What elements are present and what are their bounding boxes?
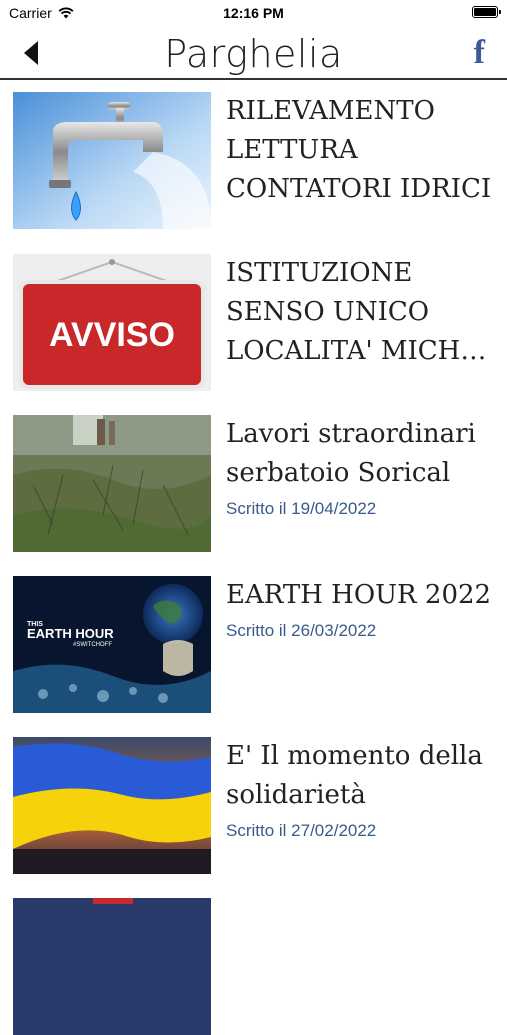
article-title: RILEVAMENTO LETTURA CONTATORI IDRICI: [226, 96, 492, 204]
page-title: Parghelia: [164, 32, 343, 76]
earth-hour-image: THIS EARTH HOUR #SWITCHOFF: [13, 576, 211, 713]
article-title: EARTH HOUR 2022: [226, 580, 492, 610]
avviso-text: AVVISO: [49, 316, 175, 354]
list-item[interactable]: RILEVAMENTO LETTURA CONTATORI IDRICI: [0, 80, 507, 229]
list-item[interactable]: Lavori straordinari serbatoio Sorical Sc…: [0, 403, 507, 552]
article-thumbnail: [13, 92, 211, 229]
article-thumbnail: [13, 737, 211, 874]
article-date: Scritto il 27/02/2022: [226, 821, 377, 840]
earth-hour-hashtag-text: #SWITCHOFF: [73, 642, 112, 648]
article-thumbnail: [13, 415, 211, 552]
article-title: ISTITUZIONE SENSO UNICO LOCALITA' MICH…: [226, 258, 487, 366]
status-bar: Carrier 12:16 PM: [0, 0, 507, 28]
avviso-sign-image: AVVISO: [13, 254, 211, 391]
reservoir-works-image: [13, 415, 211, 552]
article-title: E' Il momento della solidarietà: [226, 741, 483, 810]
status-time: 12:16 PM: [223, 5, 284, 21]
earth-hour-label-text: EARTH HOUR: [27, 626, 114, 641]
facebook-icon[interactable]: f: [474, 34, 485, 72]
article-thumbnail: AVVISO: [13, 254, 211, 391]
article-thumbnail: [13, 898, 211, 1035]
article-date: Scritto il 19/04/2022: [226, 499, 377, 518]
list-item[interactable]: [0, 886, 507, 1035]
list-item[interactable]: E' Il momento della solidarietà Scritto …: [0, 725, 507, 874]
article-title: Lavori straordinari serbatoio Sorical: [226, 419, 476, 488]
battery-icon: [472, 6, 501, 18]
list-item[interactable]: THIS EARTH HOUR #SWITCHOFF EARTH HOUR 20…: [0, 564, 507, 713]
nav-bar: Parghelia f: [0, 28, 507, 80]
ukraine-flag-image: [13, 737, 211, 874]
article-date: Scritto il 26/03/2022: [226, 621, 377, 640]
water-faucet-image: [13, 92, 211, 229]
article-thumbnail: THIS EARTH HOUR #SWITCHOFF: [13, 576, 211, 713]
list-item[interactable]: AVVISO ISTITUZIONE SENSO UNICO LOCALITA'…: [0, 242, 507, 391]
